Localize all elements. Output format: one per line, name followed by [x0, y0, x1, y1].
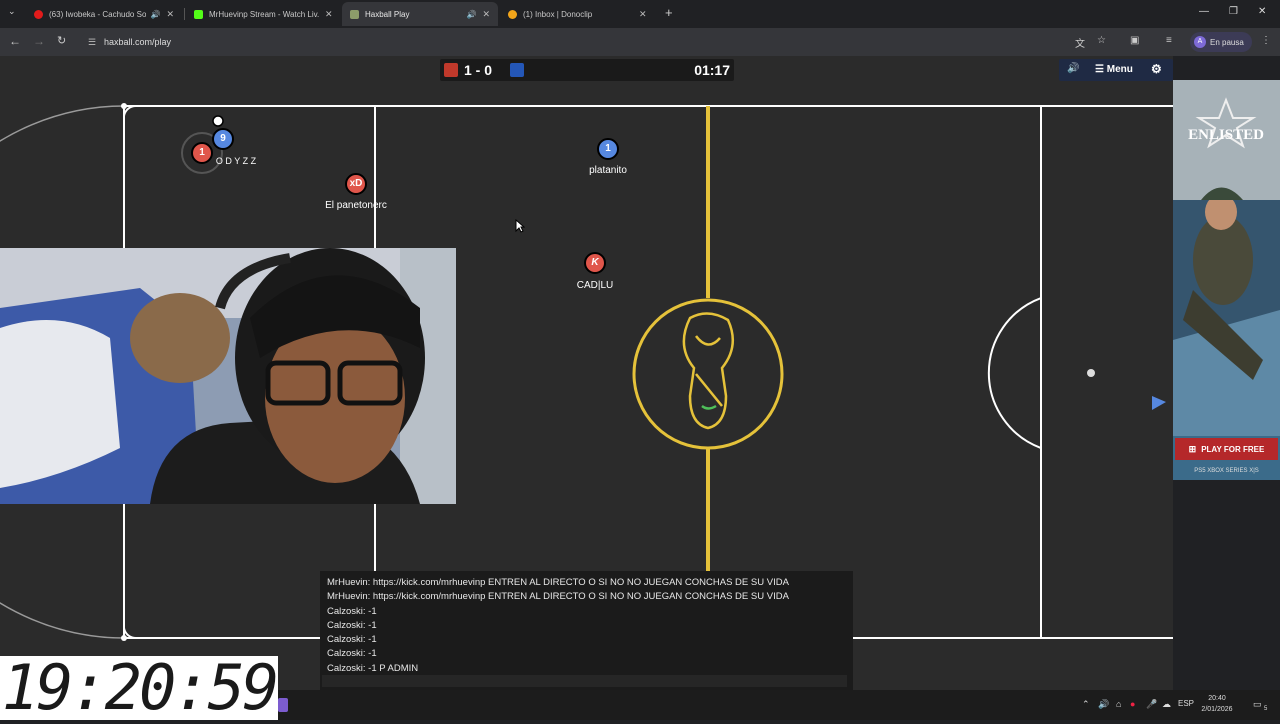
tray-chevron-icon[interactable]: ⌃ [1082, 699, 1090, 710]
overlay-clock: 19:20:59 [0, 651, 279, 724]
extensions-icon[interactable]: ▣ [1130, 35, 1139, 46]
restore-icon[interactable]: ❐ [1229, 6, 1238, 17]
back-icon[interactable]: ← [9, 34, 21, 48]
play-for-free-button[interactable]: ⊞ PLAY FOR FREE [1175, 438, 1278, 460]
notification-count: 5 [1264, 706, 1268, 712]
score: 1 - 0 [464, 62, 493, 78]
chat-message: Calzoski: -1 [327, 648, 377, 660]
network-icon[interactable]: ⌂ [1116, 699, 1121, 709]
profile-status: En pausa [1210, 37, 1244, 47]
red-team-color [444, 63, 458, 77]
player-name: platanito [589, 165, 627, 176]
player-disc: xD [345, 173, 367, 195]
ad-platforms: PS5 XBOX SERIES X|S [1194, 468, 1259, 474]
chat-message: Calzoski: -1 [327, 619, 377, 631]
forward-icon[interactable]: → [33, 34, 45, 48]
tab-youtube[interactable]: (63) Iwobeka - Cachudo So... 🔊 ✕ [26, 2, 182, 26]
game-controls: 🔊 ☰ Menu ⚙ [1059, 59, 1173, 81]
player-disc: 1 [597, 138, 619, 160]
webcam-image [0, 248, 456, 504]
onedrive-icon[interactable]: ☁ [1162, 699, 1171, 710]
player-disc: 1 [191, 142, 213, 164]
menu-button[interactable]: ☰ Menu [1095, 64, 1133, 75]
tab-search-icon[interactable]: ⌄ [8, 6, 16, 17]
ad-brand: ENLISTED [1188, 127, 1264, 143]
speaker-icon[interactable]: 🔊 [466, 10, 476, 19]
close-tab-icon[interactable]: ✕ [639, 9, 647, 20]
url-text: haxball.com/play [104, 37, 172, 47]
speaker-icon[interactable]: 🔊 [150, 10, 160, 19]
windows-taskbar: ⌃ 🔊 ⌂ ● 🎤 ☁ ESP ▭ 5 [278, 690, 1280, 720]
media-control-icon[interactable]: ≡ [1166, 35, 1172, 46]
kick-icon [194, 9, 203, 19]
tab-haxball[interactable]: Haxball Play 🔊 ✕ [342, 2, 498, 26]
ad-artwork: ENLISTED [1173, 80, 1280, 436]
sound-icon[interactable]: 🔊 [1067, 63, 1079, 74]
language-indicator[interactable]: ESP [1178, 699, 1194, 708]
taskbar-clock[interactable]: 20:40 2/01/2026 [1198, 693, 1236, 715]
mouse-cursor-icon [515, 219, 525, 233]
site-info-icon[interactable]: ☰ [88, 32, 96, 52]
blue-team-color [510, 63, 524, 77]
close-window-icon[interactable]: ✕ [1258, 6, 1266, 17]
game-chat: MrHuevin: https://kick.com/mrhuevinp ENT… [320, 571, 853, 693]
donoclip-icon [508, 9, 517, 19]
chat-message: Calzoski: -1 [327, 634, 377, 646]
profile-avatar: A [1194, 36, 1206, 48]
taskbar-app-icon[interactable] [278, 698, 288, 712]
chat-message: MrHuevin: https://kick.com/mrhuevinp ENT… [327, 591, 789, 603]
tab-donoclip[interactable]: (1) Inbox | Donoclip ✕ [500, 2, 656, 26]
chat-message: Calzoski: -1 [327, 605, 377, 617]
taskbar-date: 2/01/2026 [1201, 706, 1233, 713]
match-timer: 01:17 [694, 62, 730, 78]
new-tab-icon[interactable]: + [665, 5, 673, 20]
close-tab-icon[interactable]: ✕ [325, 9, 333, 20]
tab-kick[interactable]: MrHuevinp Stream - Watch Liv... ✕ [186, 2, 342, 26]
windows-icon: ⊞ [1188, 443, 1197, 454]
ad-cta-label: PLAY FOR FREE [1201, 444, 1265, 454]
more-menu-icon[interactable]: ⋮ [1261, 35, 1271, 46]
player-name: CAD|LU [576, 280, 614, 291]
minimize-icon[interactable]: — [1199, 6, 1209, 17]
browser-tab-bar: ⌄ (63) Iwobeka - Cachudo So... 🔊 ✕ MrHue… [0, 0, 1280, 28]
player-name: El panetonerc [325, 200, 387, 211]
close-tab-icon[interactable]: ✕ [166, 9, 174, 20]
scoreboard: 1 - 0 01:17 [440, 59, 734, 81]
browser-toolbar: ← → ↻ ☰ haxball.com/play 文 ☆ ▣ ≡ A En pa… [0, 28, 1280, 56]
player-disc: 9 [212, 128, 234, 150]
reload-icon[interactable]: ↻ [57, 34, 66, 47]
profile-button[interactable]: A En pausa [1190, 32, 1252, 52]
chat-input[interactable] [322, 675, 847, 687]
webcam-overlay [0, 248, 456, 504]
side-advertisement[interactable]: ENLISTED ⊞ PLAY FOR FREE PS5 XBOX SERIES… [1173, 80, 1280, 480]
translate-icon[interactable]: 文 [1075, 35, 1085, 50]
youtube-icon [34, 9, 43, 19]
player-disc: K [584, 252, 606, 274]
security-icon[interactable]: ● [1130, 699, 1135, 709]
address-bar[interactable]: ☰ haxball.com/play [80, 32, 1080, 52]
taskbar-time: 20:40 [1208, 695, 1226, 702]
settings-gear-icon[interactable]: ⚙ [1151, 62, 1162, 76]
microphone-icon[interactable]: 🎤 [1146, 699, 1157, 710]
volume-icon[interactable]: 🔊 [1098, 699, 1109, 710]
menu-label: Menu [1106, 64, 1133, 75]
notifications-icon[interactable]: ▭ [1253, 699, 1262, 710]
player-name: O D Y Z Z [215, 156, 257, 166]
bookmark-star-icon[interactable]: ☆ [1097, 35, 1106, 46]
world-cup-trophy-icon [682, 312, 735, 430]
haxball-icon [350, 9, 359, 19]
close-tab-icon[interactable]: ✕ [482, 9, 490, 20]
chat-message: MrHuevin: https://kick.com/mrhuevinp ENT… [327, 577, 789, 588]
